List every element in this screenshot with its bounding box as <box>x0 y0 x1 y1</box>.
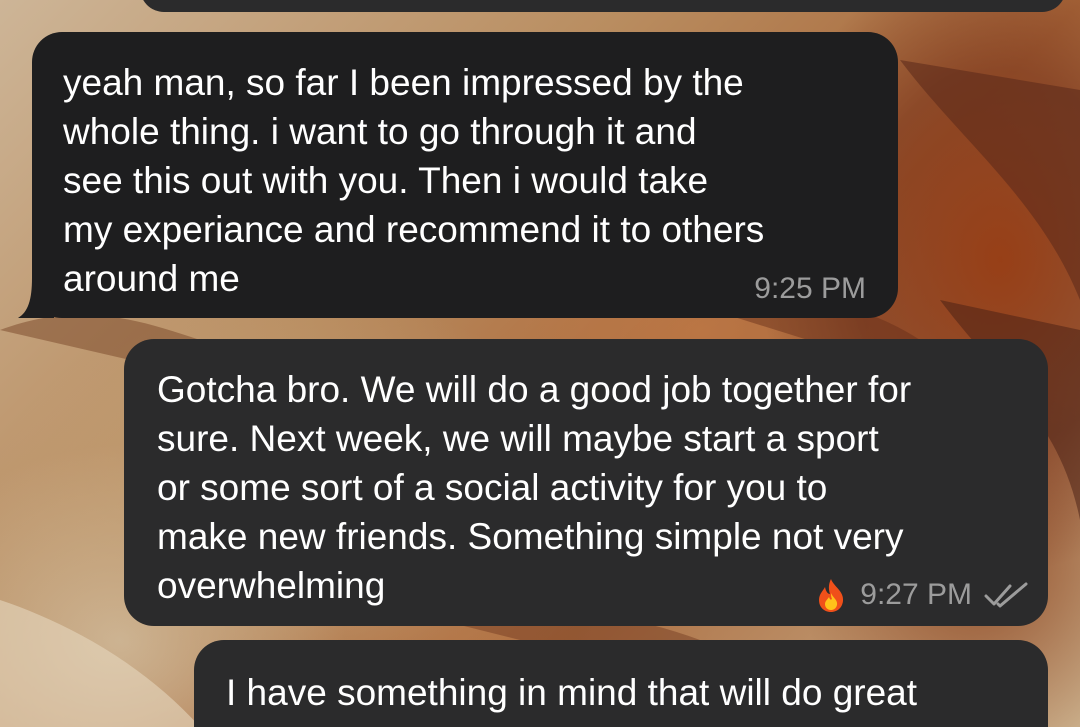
double-check-icon <box>984 582 1028 608</box>
previous-message-bubble[interactable] <box>140 0 1066 12</box>
message-text: Gotcha bro. We will do a good job togeth… <box>157 369 912 606</box>
message-text: I have something in mind that will do gr… <box>226 672 918 713</box>
outgoing-message-bubble[interactable]: Gotcha bro. We will do a good job togeth… <box>124 339 1048 626</box>
outgoing-message-bubble[interactable]: I have something in mind that will do gr… <box>194 640 1048 727</box>
message-meta: 9:25 PM <box>754 272 866 306</box>
incoming-bubble-tail <box>18 278 54 318</box>
message-meta: 9:27 PM <box>814 577 1028 613</box>
fire-icon[interactable] <box>814 577 848 613</box>
incoming-message-bubble[interactable]: yeah man, so far I been impressed by the… <box>32 32 898 318</box>
message-text: yeah man, so far I been impressed by the… <box>63 62 765 299</box>
message-timestamp: 9:25 PM <box>754 272 866 305</box>
message-timestamp: 9:27 PM <box>860 578 972 611</box>
